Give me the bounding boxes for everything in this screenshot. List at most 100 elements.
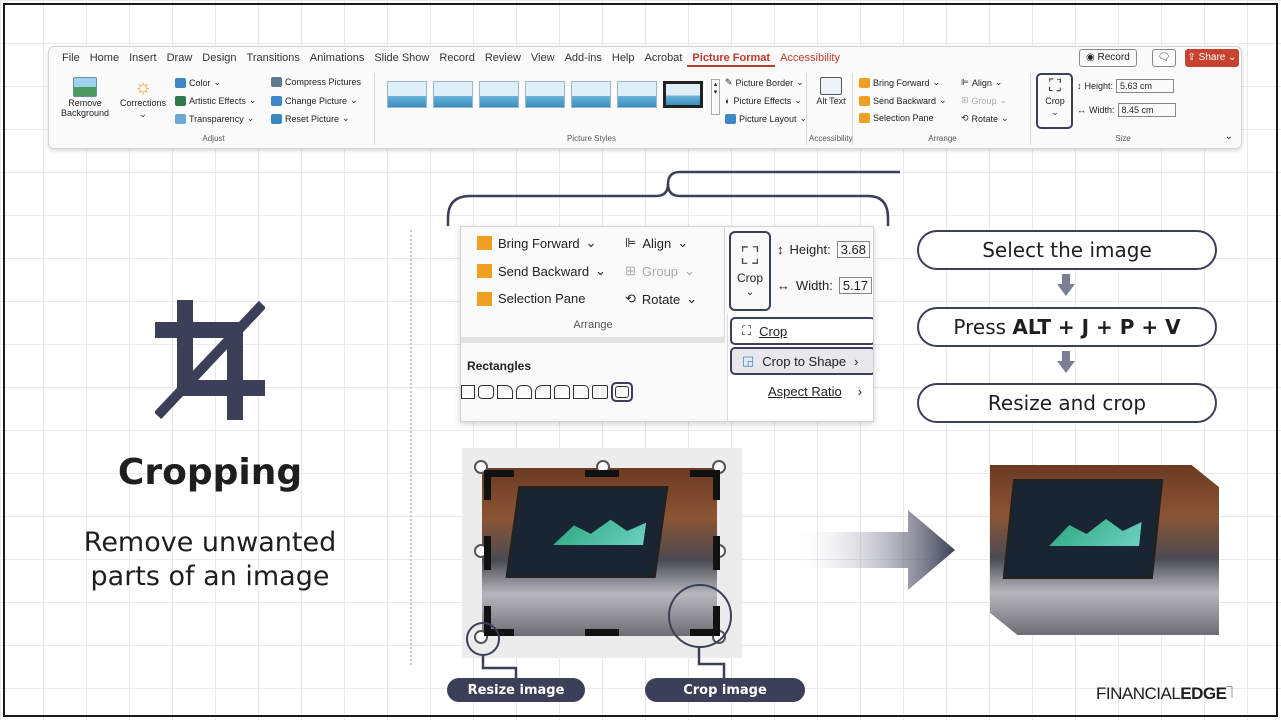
crop-edge-handle[interactable] [585,470,619,477]
send-backward-label: Send Backward [873,95,937,106]
tab-picture-format[interactable]: Picture Format [687,51,776,67]
chevron-down-icon: ⌄ [213,77,222,87]
selection-pane-label: Selection Pane [498,291,586,306]
resize-image-label: Resize image [447,678,585,702]
reset-picture-button[interactable]: Reset Picture ⌄ [271,113,350,124]
color-button[interactable]: Color ⌄ [175,77,221,88]
change-picture-button[interactable]: Change Picture ⌄ [271,95,358,106]
alt-text-button[interactable]: Alt Text [815,77,847,106]
corrections-button[interactable]: ☼ Corrections ⌄ [119,77,167,120]
round-rectangle-shape[interactable] [554,385,570,399]
tab-view[interactable]: View [526,51,560,67]
tab-slide-show[interactable]: Slide Show [369,51,434,67]
record-button[interactable]: ◉ Record [1079,49,1137,67]
change-picture-label: Change Picture [285,95,348,106]
chevron-down-icon: ⌄ [939,95,947,105]
crop-corner-handle[interactable] [713,470,720,500]
group-button[interactable]: ⊞ Group ⌄ [961,95,1007,106]
alt-text-label: Alt Text [816,96,846,106]
picture-style-thumb[interactable] [525,81,565,108]
width-icon: ↔ [1077,105,1086,115]
arrange-group-label: Arrange [573,319,613,331]
send-backward-icon [859,95,870,106]
crop-menu-item[interactable]: ⛶ Crop [730,317,873,345]
rotate-button[interactable]: ⟲ Rotate ⌄ [961,113,1009,124]
align-button[interactable]: ⊫ Align ⌄ [625,235,688,251]
crop-to-shape-menu-item[interactable]: ◲ Crop to Shape › [730,347,873,375]
round-rectangle-shape[interactable] [573,385,589,399]
zoomed-ribbon-panel: Bring Forward ⌄ Send Backward ⌄ Selection … [460,226,874,422]
chevron-down-icon: ⌄ [595,263,606,278]
compress-pictures-button[interactable]: Compress Pictures [271,77,361,87]
zoom-bracket [446,170,900,226]
crop-demo-image [462,448,742,658]
height-input[interactable]: 3.68 [836,241,871,258]
tab-transitions[interactable]: Transitions [242,51,305,67]
crop-button[interactable]: ⛶ Crop ⌄ [729,231,771,311]
selection-pane-button[interactable]: Selection Pane [477,291,585,306]
width-input[interactable]: 5.17 [838,277,873,294]
aspect-ratio-menu-item[interactable]: Aspect Ratio › [730,377,873,405]
panel-divider [461,337,725,343]
remove-background-button[interactable]: Remove Background [59,77,111,118]
width-input[interactable]: 8.45 cm [1117,103,1176,117]
tab-accessibility[interactable]: Accessibility [775,51,845,67]
rounded-rectangle-shape[interactable] [478,385,494,399]
transparency-button[interactable]: Transparency ⌄ [175,113,254,124]
selected-shape-highlight[interactable] [611,382,633,402]
rectangle-shape[interactable] [592,385,608,399]
crop-button[interactable]: ⛶ Crop ⌄ [1041,77,1069,118]
rectangle-shape[interactable] [461,385,475,399]
tab-review[interactable]: Review [480,51,526,67]
tab-design[interactable]: Design [197,51,241,67]
picture-style-thumb[interactable] [617,81,657,108]
bring-forward-button[interactable]: Bring Forward ⌄ [859,77,940,88]
tab-draw[interactable]: Draw [162,51,198,67]
tab-home[interactable]: Home [85,51,124,67]
tab-add-ins[interactable]: Add-ins [560,51,607,67]
group-icon: ⊞ [625,263,636,278]
chevron-down-icon: ⌄ [350,95,358,105]
tab-animations[interactable]: Animations [305,51,369,67]
picture-style-thumb[interactable] [387,81,427,108]
collapse-ribbon-icon[interactable]: ⌄ [1225,131,1233,142]
tab-record[interactable]: Record [434,51,479,67]
align-icon: ⊫ [961,77,969,87]
picture-border-button[interactable]: ✎ Picture Border ⌄ [725,77,804,88]
width-field: ↔ Width: 5.17 [777,277,873,294]
crop-edge-handle[interactable] [484,536,491,570]
screen-chart [1049,516,1142,546]
page-title: Cropping [117,452,303,493]
tab-help[interactable]: Help [607,51,640,67]
artistic-effects-button[interactable]: Artistic Effects ⌄ [175,95,256,106]
send-backward-button[interactable]: Send Backward ⌄ [859,95,947,106]
crop-dropdown-menu: ⛶ Crop ◲ Crop to Shape › Aspect Ratio › [727,313,873,421]
step-text: Select the image [982,238,1152,262]
crop-label: Crop [1045,96,1065,106]
picture-style-thumb[interactable] [571,81,611,108]
picture-effects-button[interactable]: ◐ Picture Effects ⌄ [725,95,802,106]
comments-button[interactable]: 🗨 [1152,49,1176,67]
picture-style-thumb[interactable] [479,81,519,108]
ribbon-tabs: File Home Insert Draw Design Transitions… [57,51,845,67]
group-button[interactable]: ⊞ Group ⌄ [625,263,695,279]
tab-file[interactable]: File [57,51,85,67]
tab-insert[interactable]: Insert [124,51,162,67]
snip-rectangle-shape[interactable] [535,385,551,399]
bring-forward-button[interactable]: Bring Forward ⌄ [477,235,597,251]
rounded-rectangle-shape [615,386,629,398]
send-backward-button[interactable]: Send Backward ⌄ [477,263,606,279]
transparency-label: Transparency [189,113,244,124]
crop-corner-handle[interactable] [484,470,491,500]
height-input[interactable]: 5.63 cm [1116,79,1175,93]
rotate-button[interactable]: ⟲ Rotate ⌄ [625,291,697,307]
crop-edge-handle[interactable] [585,629,619,636]
crop-edge-handle[interactable] [713,536,720,570]
snip-rectangle-shape[interactable] [497,385,513,399]
picture-style-thumb[interactable] [663,81,703,108]
snip-rectangle-shape[interactable] [516,385,532,399]
tab-acrobat[interactable]: Acrobat [640,51,688,67]
picture-style-thumb[interactable] [433,81,473,108]
share-button[interactable]: ⇪ Share ⌄ [1185,49,1239,67]
align-button[interactable]: ⊫ Align ⌄ [961,77,1002,88]
